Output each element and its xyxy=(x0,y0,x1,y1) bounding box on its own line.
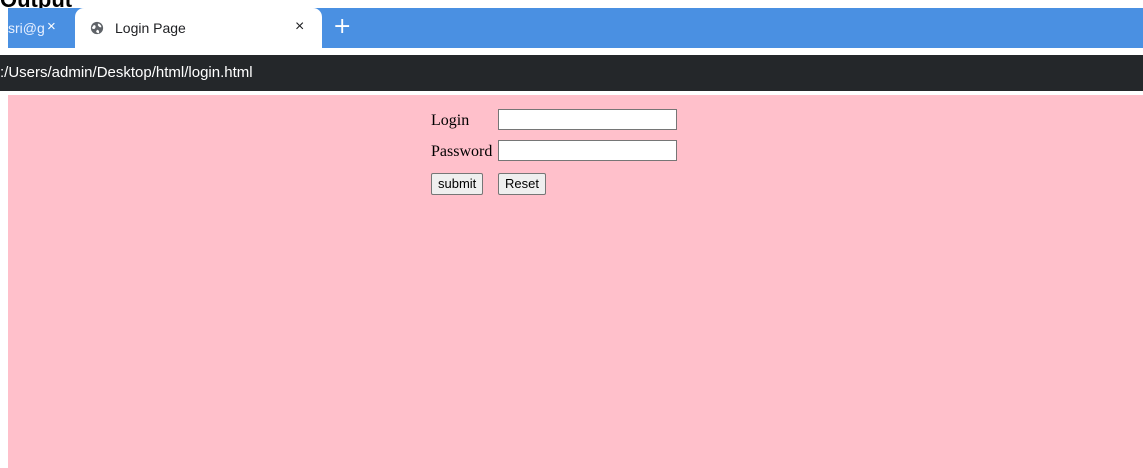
close-icon[interactable]: × xyxy=(295,18,304,36)
submit-button[interactable]: submit xyxy=(431,173,484,195)
close-icon[interactable]: × xyxy=(47,18,56,35)
tab-title: sri@g xyxy=(8,20,45,36)
globe-icon xyxy=(90,21,104,35)
reset-button[interactable]: Reset xyxy=(498,173,546,195)
tab-inactive[interactable]: sri@g × xyxy=(8,8,68,48)
password-label: Password xyxy=(431,143,493,160)
browser-tab-strip: sri@g × Login Page × + xyxy=(8,8,1143,48)
plus-icon[interactable]: + xyxy=(333,14,351,39)
output-heading: Output xyxy=(0,0,72,8)
tab-login-page[interactable]: Login Page × xyxy=(75,8,322,48)
address-bar[interactable]: :/Users/admin/Desktop/html/login.html xyxy=(0,55,1143,91)
page-content: Login Password submit Reset xyxy=(8,95,1143,468)
screenshot: Output sri@g × Login Page × + :/Users/ad… xyxy=(0,0,1143,468)
login-label: Login xyxy=(431,112,470,129)
tab-title: Login Page xyxy=(115,20,186,36)
password-input[interactable] xyxy=(498,140,677,161)
address-url[interactable]: :/Users/admin/Desktop/html/login.html xyxy=(0,64,253,81)
login-input[interactable] xyxy=(498,109,677,130)
